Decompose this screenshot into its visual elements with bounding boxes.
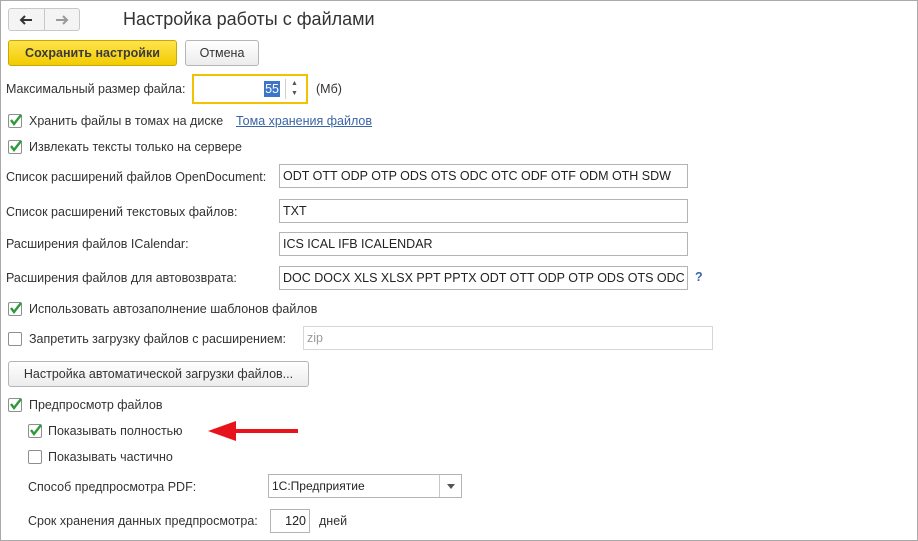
forbid-label: Запретить загрузку файлов с расширением: [29, 332, 286, 346]
navigation-buttons [8, 8, 80, 31]
page-title: Настройка работы с файлами [123, 9, 375, 29]
storage-volumes-link[interactable]: Тома хранения файлов [236, 114, 372, 128]
back-button[interactable] [9, 9, 44, 30]
extract-server-checkbox[interactable] [8, 140, 22, 154]
pdf-method-select[interactable]: 1С:Предприятие [268, 474, 462, 498]
auto-upload-settings-button[interactable]: Настройка автоматической загрузки файлов… [8, 361, 309, 387]
icalendar-field[interactable]: ICS ICAL IFB ICALENDAR [279, 232, 688, 256]
preview-label: Предпросмотр файлов [29, 398, 163, 412]
store-volumes-checkbox[interactable] [8, 114, 22, 128]
icalendar-label: Расширения файлов ICalendar: [6, 237, 189, 251]
autofill-label: Использовать автозаполнение шаблонов фай… [29, 302, 318, 316]
retention-label: Срок хранения данных предпросмотра: [28, 514, 258, 528]
arrow-right-icon [55, 14, 69, 25]
checkmark-icon [30, 424, 42, 436]
pdf-method-value: 1С:Предприятие [272, 479, 365, 493]
retention-field[interactable]: 120 [270, 509, 310, 533]
stepper-arrows-icon[interactable]: ▲ ▼ [285, 79, 303, 99]
arrow-left-icon [19, 14, 33, 25]
forbid-ext-field[interactable]: zip [303, 326, 713, 350]
show-partial-label: Показывать частично [48, 450, 173, 464]
opendoc-label: Список расширений файлов OpenDocument: [6, 170, 267, 184]
autoreturn-field[interactable]: DOC DOCX XLS XLSX PPT PPTX ODT OTT ODP O… [279, 266, 688, 290]
retention-unit: дней [319, 514, 348, 528]
forbid-checkbox[interactable] [8, 332, 22, 346]
autoreturn-label: Расширения файлов для автовозврата: [6, 271, 237, 285]
checkmark-icon [10, 140, 22, 152]
cancel-button[interactable]: Отмена [185, 40, 259, 66]
red-arrow-icon [208, 421, 298, 441]
max-size-stepper[interactable]: 55 ▲ ▼ [192, 74, 308, 104]
preview-checkbox[interactable] [8, 398, 22, 412]
show-partial-checkbox[interactable] [28, 450, 42, 464]
max-size-value[interactable]: 55 [264, 81, 280, 97]
extract-server-label: Извлекать тексты только на сервере [29, 140, 242, 154]
pdf-method-label: Способ предпросмотра PDF: [28, 480, 197, 494]
chevron-down-icon[interactable] [439, 475, 461, 497]
checkmark-icon [10, 398, 22, 410]
max-size-unit: (Мб) [316, 82, 342, 96]
store-volumes-label: Хранить файлы в томах на диске [29, 114, 224, 128]
autofill-checkbox[interactable] [8, 302, 22, 316]
opendoc-field[interactable]: ODT OTT ODP OTP ODS OTS ODC OTC ODF OTF … [279, 164, 688, 188]
checkmark-icon [10, 114, 22, 126]
help-icon[interactable]: ? [695, 270, 703, 284]
checkmark-icon [10, 302, 22, 314]
show-full-checkbox[interactable] [28, 424, 42, 438]
show-full-label: Показывать полностью [48, 424, 183, 438]
max-size-label: Максимальный размер файла: [6, 82, 186, 96]
save-settings-button[interactable]: Сохранить настройки [8, 40, 177, 66]
text-ext-label: Список расширений текстовых файлов: [6, 205, 238, 219]
text-ext-field[interactable]: TXT [279, 199, 688, 223]
forward-button[interactable] [43, 9, 80, 30]
